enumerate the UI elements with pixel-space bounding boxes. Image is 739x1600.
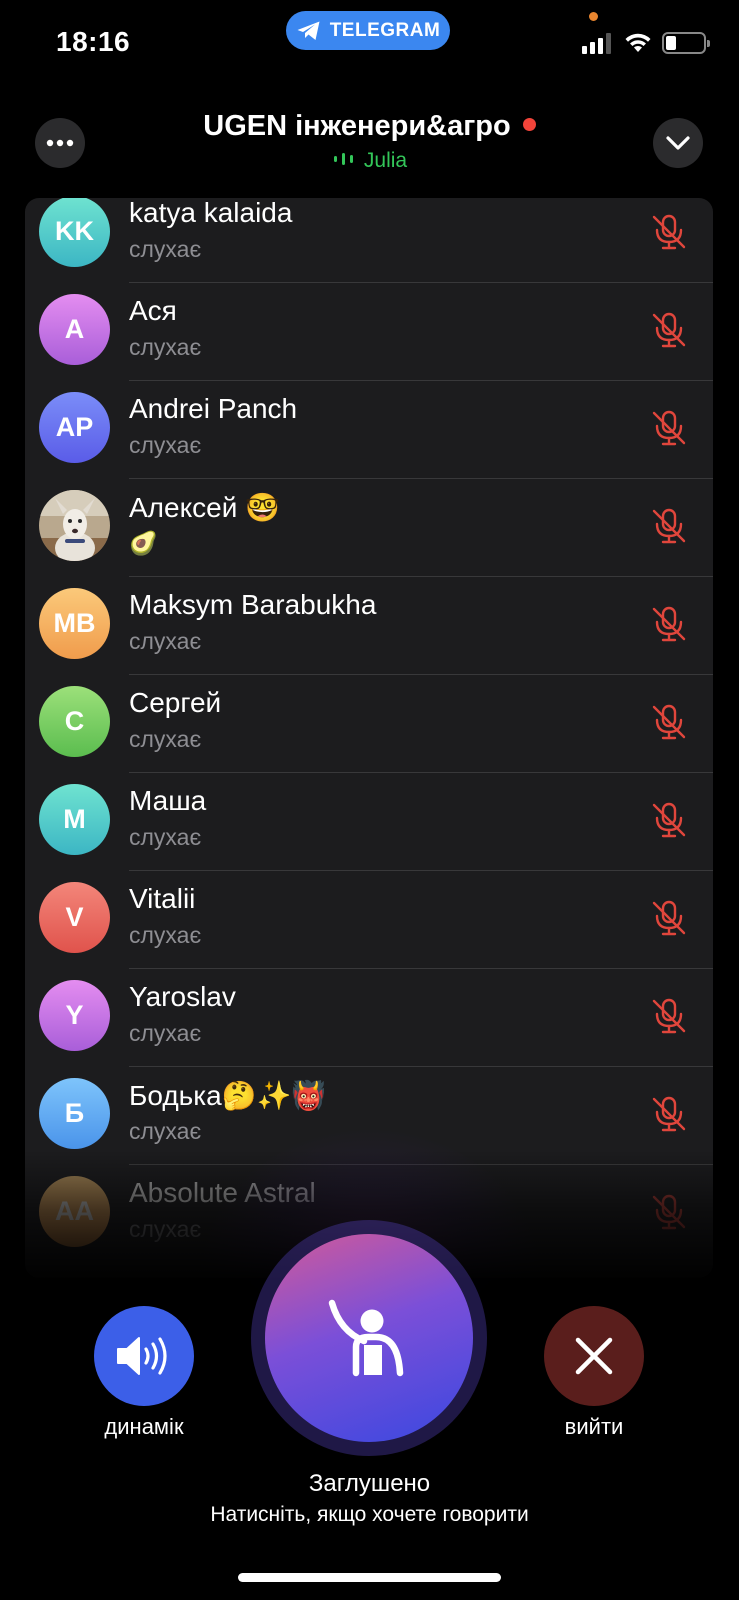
minimize-call-button[interactable] [653, 118, 703, 168]
participant-mic-toggle[interactable] [649, 408, 689, 448]
participant-row[interactable]: V Vitalii слухає [25, 869, 713, 969]
participant-status: слухає [129, 922, 202, 948]
telegram-icon [297, 21, 320, 40]
call-title: UGEN інженери&агро [0, 110, 739, 143]
participant-name: Vitalii [129, 883, 196, 914]
avatar[interactable]: MB [39, 588, 110, 659]
telegram-pill-label: TELEGRAM [329, 19, 441, 41]
participant-row[interactable]: AP Andrei Panch слухає [25, 379, 713, 479]
speaker-label: динамік [104, 1414, 184, 1439]
speaker-icon [117, 1337, 167, 1375]
return-to-telegram-pill[interactable]: TELEGRAM [286, 11, 450, 50]
recording-dot-icon [522, 117, 536, 131]
mic-muted-icon [652, 802, 686, 838]
battery-icon [662, 32, 710, 54]
participant-status: слухає [129, 1216, 202, 1242]
speaker-name: Julia [363, 149, 408, 172]
participant-mic-toggle[interactable] [649, 800, 689, 840]
participant-status: слухає [129, 726, 202, 752]
participant-status: слухає [129, 1020, 202, 1046]
avatar[interactable]: М [39, 784, 110, 855]
participant-name: Yaroslav [129, 981, 236, 1012]
avatar[interactable]: А [39, 294, 110, 365]
participant-name: Сергей [129, 687, 222, 718]
mic-muted-icon [652, 1194, 686, 1230]
mic-muted-icon [652, 606, 686, 642]
status-bar: 18:16 TELEGRAM [0, 0, 739, 80]
participant-name: Маша [129, 785, 207, 816]
participant-status: слухає [129, 236, 202, 262]
participant-name: Ася [129, 295, 177, 326]
participant-row[interactable]: Y Yaroslav слухає [25, 967, 713, 1067]
participant-status: слухає [129, 334, 202, 360]
participant-name: Maksym Barabukha [129, 589, 377, 620]
participant-status: слухає [129, 824, 202, 850]
mic-muted-icon [652, 508, 686, 544]
participant-mic-toggle[interactable] [649, 1094, 689, 1134]
mic-muted-icon [652, 998, 686, 1034]
participant-status: слухає [129, 1118, 202, 1144]
participant-name: Алексей 🤓 [129, 492, 281, 523]
participant-mic-toggle[interactable] [649, 506, 689, 546]
home-indicator[interactable] [238, 1573, 501, 1582]
close-icon [575, 1337, 613, 1375]
privacy-indicator [589, 12, 598, 21]
mic-muted-icon [652, 214, 686, 250]
participant-name: Бодька🤔✨👹 [129, 1080, 327, 1111]
participant-mic-toggle[interactable] [649, 702, 689, 742]
avatar[interactable]: Y [39, 980, 110, 1051]
speaking-waves-icon [333, 153, 353, 166]
mic-muted-icon [652, 1096, 686, 1132]
participant-row[interactable]: Алексей 🤓 🥑 [25, 477, 713, 577]
participant-row[interactable]: Б Бодька🤔✨👹 слухає [25, 1065, 713, 1165]
participant-row[interactable]: KK katya kalaida слухає [25, 198, 713, 283]
cellular-signal-icon [582, 33, 611, 54]
leave-label: вийти [564, 1414, 624, 1439]
avatar[interactable]: AP [39, 392, 110, 463]
participant-mic-toggle[interactable] [649, 604, 689, 644]
active-speaker: Julia [0, 149, 739, 173]
mic-muted-icon [652, 312, 686, 348]
participant-row[interactable]: М Маша слухає [25, 771, 713, 871]
participant-status: слухає [129, 432, 202, 458]
participant-mic-toggle[interactable] [649, 996, 689, 1036]
avatar[interactable] [39, 490, 110, 561]
avatar[interactable]: Б [39, 1078, 110, 1149]
avatar[interactable]: AA [39, 1176, 110, 1247]
participant-mic-toggle[interactable] [649, 1192, 689, 1232]
mic-muted-icon [652, 704, 686, 740]
participant-name: Andrei Panch [129, 393, 298, 424]
dog-photo-icon [39, 490, 110, 561]
muted-status-title: Заглушено [308, 1470, 431, 1497]
raise-hand-button[interactable] [265, 1234, 473, 1442]
speaker-button[interactable] [94, 1306, 194, 1406]
chevron-down-icon [666, 136, 690, 150]
avatar[interactable]: KK [39, 198, 110, 267]
avatar[interactable]: С [39, 686, 110, 757]
mic-muted-icon [652, 900, 686, 936]
participant-mic-toggle[interactable] [649, 212, 689, 252]
leave-button[interactable] [544, 1306, 644, 1406]
chat-name: UGEN інженери&агро [203, 110, 511, 142]
muted-status-hint: Натисніть, якщо хочете говорити [210, 1503, 529, 1526]
participant-row[interactable]: С Сергей слухає [25, 673, 713, 773]
participant-status: 🥑 [129, 530, 158, 556]
participants-list[interactable]: KK katya kalaida слухає А Ася слухає AP Andrei … [25, 198, 713, 1278]
participant-mic-toggle[interactable] [649, 898, 689, 938]
avatar[interactable]: V [39, 882, 110, 953]
clock: 18:16 [56, 26, 131, 57]
mic-muted-icon [652, 410, 686, 446]
participant-row[interactable]: MB Maksym Barabukha слухає [25, 575, 713, 675]
participant-row[interactable]: А Ася слухає [25, 281, 713, 381]
participant-mic-toggle[interactable] [649, 310, 689, 350]
participant-name: katya kalaida [129, 198, 293, 228]
wifi-icon [625, 33, 651, 52]
participant-name: Absolute Astral [129, 1177, 316, 1208]
participant-status: слухає [129, 628, 202, 654]
raise-hand-icon [328, 1299, 404, 1377]
